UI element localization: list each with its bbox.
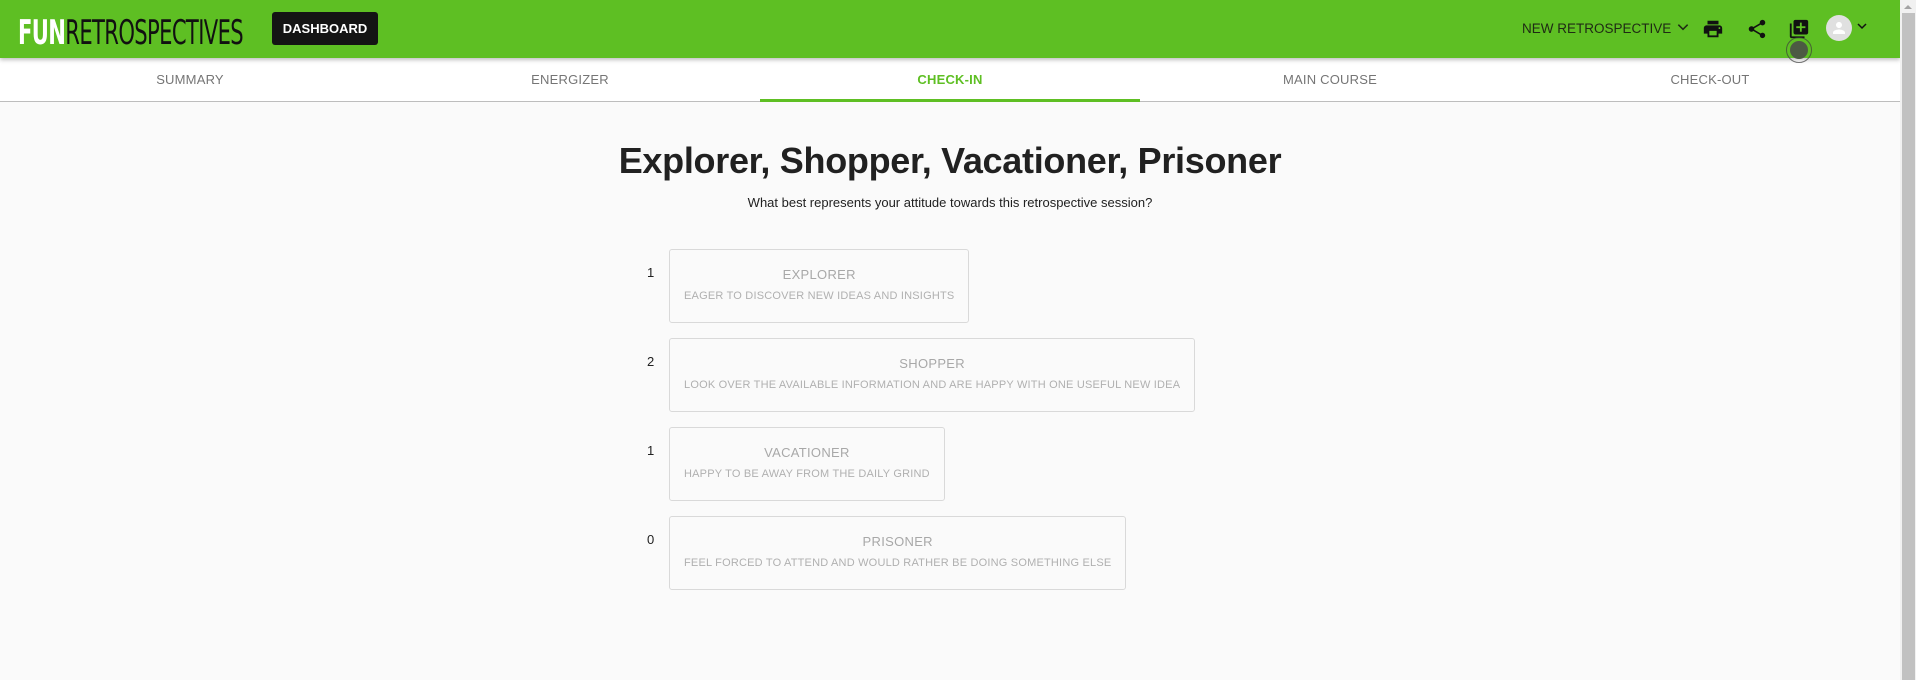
account-menu[interactable] [1826,15,1868,41]
scroll-up-arrow-icon[interactable] [1900,0,1916,13]
vote-count: 0 [647,532,655,547]
option-card-explorer[interactable]: EXPLORER EAGER TO DISCOVER NEW IDEAS AND… [669,249,970,323]
vote-count: 1 [647,265,655,280]
print-icon[interactable] [1701,17,1725,41]
list-item: 0 PRISONER FEEL FORCED TO ATTEND AND WOU… [646,516,1195,590]
list-item: 1 VACATIONER HAPPY TO BE AWAY FROM THE D… [646,427,1195,501]
avatar [1826,15,1852,41]
page-title: Explorer, Shopper, Vacationer, Prisoner [618,140,1282,181]
option-description: LOOK OVER THE AVAILABLE INFORMATION AND … [684,378,1181,391]
option-name: EXPLORER [782,266,856,282]
tab-summary[interactable]: SUMMARY [0,58,380,101]
option-card-prisoner[interactable]: PRISONER FEEL FORCED TO ATTEND AND WOULD… [669,516,1127,590]
step-tabs: SUMMARY ENERGIZER CHECK-IN MAIN COURSE C… [0,58,1900,102]
option-description: EAGER TO DISCOVER NEW IDEAS AND INSIGHTS [684,289,955,302]
account-circle-icon [1833,22,1845,34]
dashboard-button[interactable]: DASHBOARD [272,12,378,45]
logo-retrospectives: RETROSPECTIVES [65,13,244,53]
scroll-thumb[interactable] [1902,13,1915,680]
tab-check-in[interactable]: CHECK-IN [760,58,1140,102]
vote-count: 2 [647,354,655,369]
logo[interactable]: FUN RETROSPECTIVES [18,13,244,53]
page-subtitle: What best represents your attitude towar… [747,195,1153,210]
tab-check-out[interactable]: CHECK-OUT [1520,58,1900,101]
tab-main-course[interactable]: MAIN COURSE [1140,58,1520,101]
list-item: 2 SHOPPER LOOK OVER THE AVAILABLE INFORM… [646,338,1196,412]
list-item: 1 EXPLORER EAGER TO DISCOVER NEW IDEAS A… [646,249,1195,323]
option-name: PRISONER [862,533,933,549]
option-name: SHOPPER [899,355,965,371]
cursor-indicator [1786,37,1812,63]
tab-energizer[interactable]: ENERGIZER [380,58,760,101]
logo-fun: FUN [18,13,66,53]
option-card-vacationer[interactable]: VACATIONER HAPPY TO BE AWAY FROM THE DAI… [669,427,945,501]
option-list: 1 EXPLORER EAGER TO DISCOVER NEW IDEAS A… [646,249,1196,605]
option-description: FEEL FORCED TO ATTEND AND WOULD RATHER B… [684,556,1112,569]
share-icon[interactable] [1745,17,1769,41]
new-retrospective-label: NEW RETROSPECTIVE [1522,20,1672,36]
option-card-shopper[interactable]: SHOPPER LOOK OVER THE AVAILABLE INFORMAT… [669,338,1196,412]
new-retrospective-menu[interactable]: NEW RETROSPECTIVE [1522,18,1690,38]
vote-count: 1 [647,443,655,458]
option-description: HAPPY TO BE AWAY FROM THE DAILY GRIND [684,467,930,480]
option-name: VACATIONER [764,444,850,460]
vertical-scrollbar[interactable] [1900,0,1916,680]
chevron-down-icon [1856,19,1868,37]
chevron-down-icon [1676,20,1690,37]
page: FUN RETROSPECTIVES DASHBOARD NEW RETROSPE… [0,0,1900,680]
top-app-bar: FUN RETROSPECTIVES DASHBOARD NEW RETROSPE… [0,0,1900,58]
